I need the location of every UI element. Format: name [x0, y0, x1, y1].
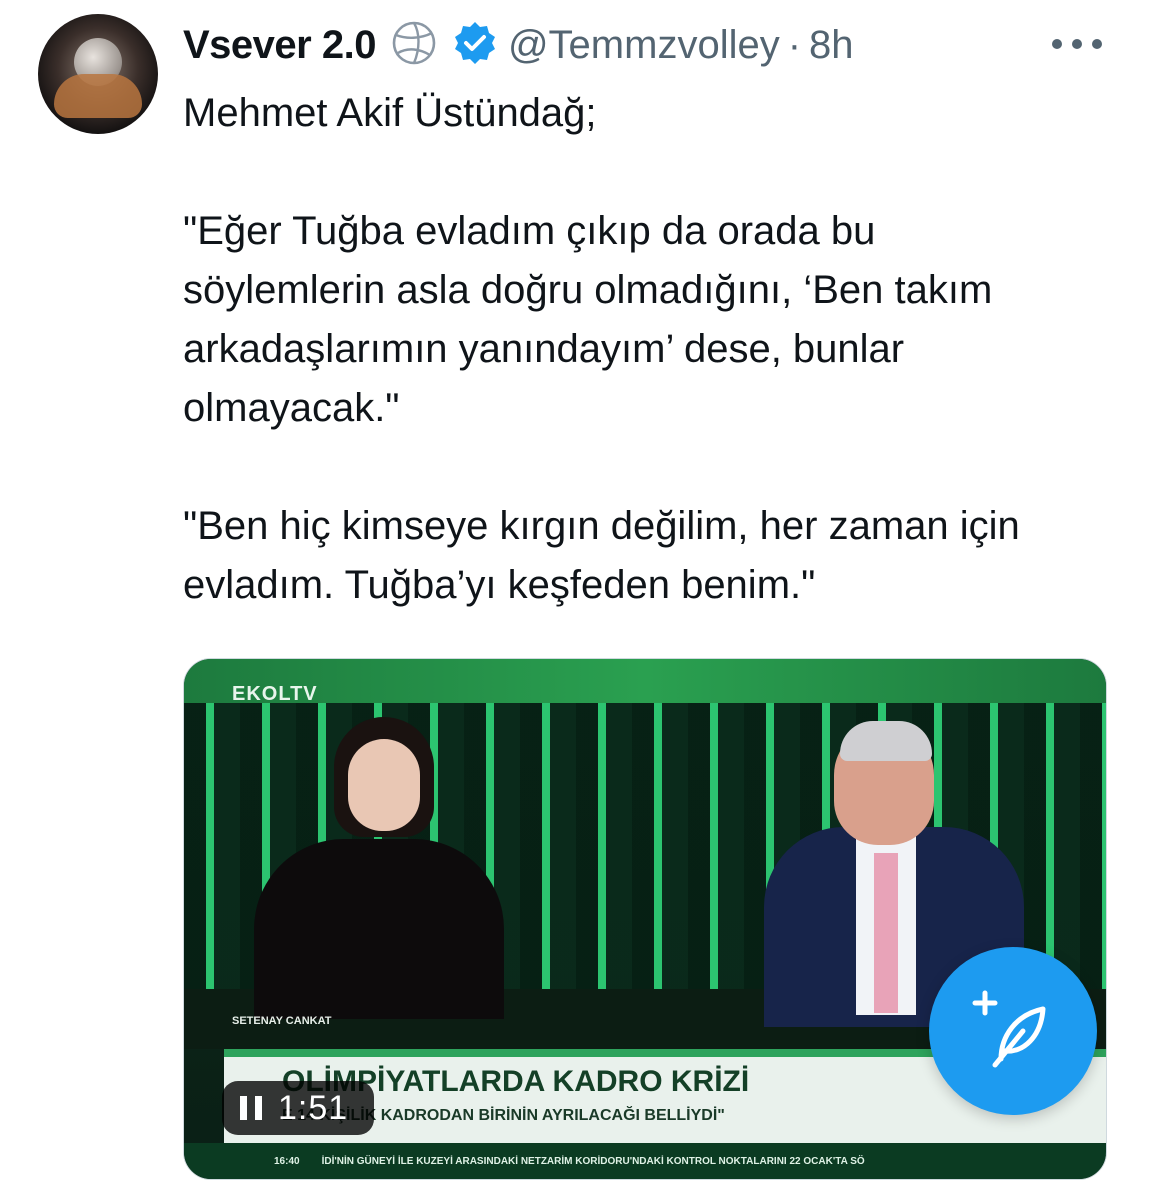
post-text: Mehmet Akif Üstündağ; "Eğer Tuğba evladı… — [183, 84, 1083, 615]
presenter-face — [348, 739, 420, 831]
post-paragraph: "Ben hiç kimseye kırgın değilim, her zam… — [183, 504, 1020, 607]
ticker-text: İDİ'NİN GÜNEYİ İLE KUZEYİ ARASINDAKİ NET… — [321, 1155, 865, 1167]
news-ticker: 16:40 İDİ'NİN GÜNEYİ İLE KUZEYİ ARASINDA… — [184, 1143, 1106, 1179]
verified-badge-icon — [452, 20, 498, 71]
avatar[interactable] — [38, 14, 158, 134]
more-dot — [1072, 39, 1082, 49]
guest-tie — [874, 853, 898, 1013]
ticker-time: 16:40 — [274, 1155, 300, 1167]
presenter-figure — [254, 839, 504, 1019]
presenter-caption: SETENAY CANKAT — [232, 1015, 332, 1027]
post-paragraph: Mehmet Akif Üstündağ; — [183, 91, 597, 135]
more-icon[interactable] — [1052, 26, 1102, 62]
volleyball-icon — [390, 19, 438, 72]
post-timestamp[interactable]: 8h — [809, 23, 854, 68]
guest-hair — [840, 721, 932, 761]
video-duration: 1:51 — [278, 1088, 349, 1127]
more-dot — [1052, 39, 1062, 49]
user-handle[interactable]: @Temmzvolley — [508, 23, 780, 68]
post-header: Vsever 2.0 @Temmzvolley · 8h — [183, 18, 854, 72]
pause-icon[interactable] — [240, 1096, 262, 1120]
separator-dot: · — [787, 22, 802, 67]
compose-post-icon — [971, 987, 1055, 1076]
compose-post-button[interactable] — [929, 947, 1097, 1115]
hands-photo — [54, 74, 142, 118]
video-duration-pill[interactable]: 1:51 — [222, 1081, 374, 1135]
channel-logo: EKOLTV — [232, 683, 318, 705]
studio-top-band — [184, 659, 1106, 703]
display-name[interactable]: Vsever 2.0 — [183, 23, 376, 68]
post-paragraph: "Eğer Tuğba evladım çıkıp da orada bu sö… — [183, 209, 993, 430]
more-dot — [1092, 39, 1102, 49]
